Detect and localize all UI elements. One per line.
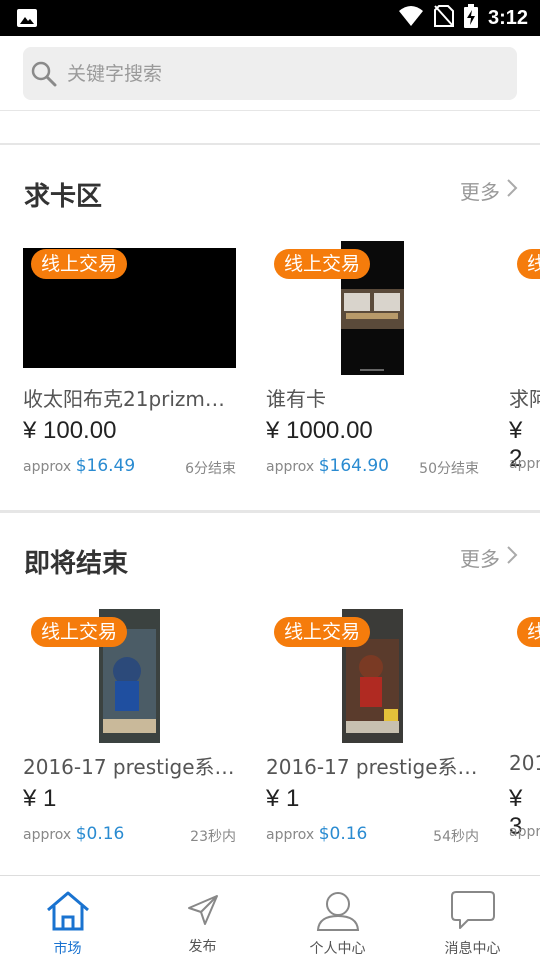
listing-card[interactable]: 线上交易 2016-17 prestige系… ¥ 1 approx $0.16… (266, 609, 479, 849)
online-trade-badge: 线 (517, 249, 540, 279)
card-approx-price: approx $164.90 (266, 456, 389, 476)
chevron-right-icon (506, 545, 518, 570)
listing-card[interactable]: 线上交易 2016-17 prestige系… ¥ 1 approx $0.16… (23, 609, 236, 849)
tab-messages[interactable]: 消息中心 (405, 876, 540, 960)
card-title: 谁有卡 (266, 387, 326, 411)
status-time: 3:12 (487, 6, 528, 29)
card-time-left: 54秒内 (433, 829, 479, 845)
card-price: ¥ 1 (23, 785, 57, 812)
tab-publish[interactable]: 发布 (135, 876, 270, 960)
user-icon (315, 890, 361, 936)
online-trade-badge: 线上交易 (274, 617, 371, 647)
home-icon (45, 890, 91, 936)
gallery-notification-icon (16, 8, 38, 32)
card-time-left: 6分结束 (185, 461, 236, 477)
search-icon (31, 61, 57, 91)
no-sim-icon (433, 5, 454, 31)
search-box[interactable] (23, 47, 517, 100)
card-title: 201 (509, 751, 540, 775)
tab-label: 个人中心 (309, 941, 366, 957)
card-price: ¥ 1 (266, 785, 300, 812)
card-title: 2016-17 prestige系… (266, 755, 478, 779)
card-approx-price: approx $0.16 (23, 824, 125, 844)
listing-card-partial[interactable]: 线 201 ¥ 3 appro (509, 609, 540, 849)
tab-profile[interactable]: 个人中心 (270, 876, 405, 960)
section-title: 求卡区 (24, 182, 103, 212)
card-title: 求阿 (509, 387, 540, 411)
more-link[interactable]: 更多 (460, 176, 518, 205)
wifi-icon (398, 5, 424, 31)
section-ending-soon: 即将结束 更多 线上交易 2016-17 prestige系… ¥ 1 appr… (0, 513, 540, 875)
bottom-tab-bar: 市场 发布 个人中心 消息中心 (0, 875, 540, 960)
card-time-left: 23秒内 (190, 829, 236, 845)
status-bar: 3:12 (0, 0, 540, 36)
card-approx-price: appro (509, 824, 540, 840)
card-title: 2016-17 prestige系… (23, 755, 235, 779)
listing-card[interactable]: 线上交易 谁有卡 ¥ 1000.00 approx $164.90 50分结束 (266, 241, 479, 481)
search-bar (0, 36, 540, 110)
tab-label: 市场 (53, 941, 82, 957)
card-title: 收太阳布克21prizm… (23, 387, 225, 411)
section-wanted-cards: 求卡区 更多 线上交易 收太阳布克21prizm… ¥ 100.00 appro… (0, 145, 540, 510)
tab-label: 发布 (188, 939, 217, 955)
chevron-right-icon (506, 178, 518, 203)
card-price: ¥ 1000.00 (266, 417, 373, 444)
card-approx-price: appro (509, 456, 540, 472)
section-title: 即将结束 (24, 549, 129, 579)
card-price: ¥ 100.00 (23, 417, 117, 444)
card-approx-price: approx $16.49 (23, 456, 136, 476)
paper-plane-icon (187, 894, 219, 930)
listing-card[interactable]: 线上交易 收太阳布克21prizm… ¥ 100.00 approx $16.4… (23, 241, 236, 481)
card-time-left: 50分结束 (419, 461, 479, 477)
chat-bubble-icon (450, 890, 496, 936)
online-trade-badge: 线 (517, 617, 540, 647)
battery-charging-icon (463, 4, 478, 32)
online-trade-badge: 线上交易 (31, 249, 128, 279)
listing-card-partial[interactable]: 线 求阿 ¥ 2 appro (509, 241, 540, 481)
card-approx-price: approx $0.16 (266, 824, 368, 844)
tab-market[interactable]: 市场 (0, 876, 135, 960)
online-trade-badge: 线上交易 (274, 249, 371, 279)
search-input[interactable] (67, 47, 497, 100)
online-trade-badge: 线上交易 (31, 617, 128, 647)
tab-label: 消息中心 (444, 941, 501, 957)
more-link[interactable]: 更多 (460, 543, 518, 572)
